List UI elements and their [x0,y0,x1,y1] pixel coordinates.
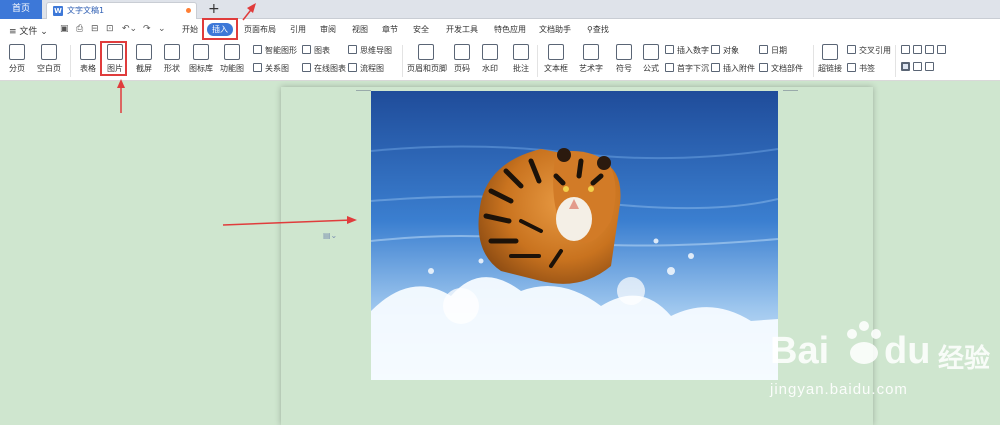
watermark-brand: Bai [770,330,830,372]
watermark-brand-2: du [884,330,931,372]
watermark-url: jingyan.baidu.com [770,381,908,398]
paw-icon [842,320,886,368]
baidu-jingyan-watermark: Bai du 经验 jingyan.baidu.com [770,318,995,408]
watermark-cn: 经验 [938,344,991,374]
